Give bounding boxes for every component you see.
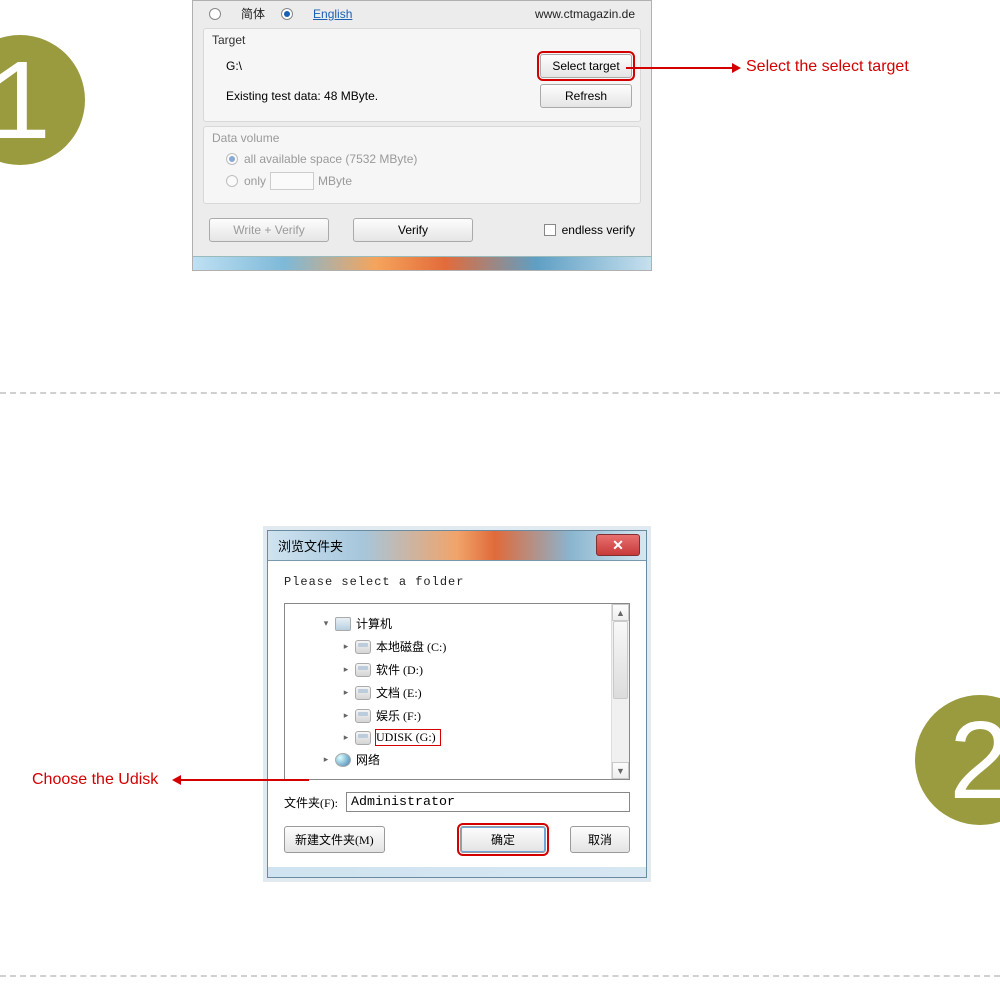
scroll-up-icon[interactable]: ▲ [612,604,629,621]
scroll-down-icon[interactable]: ▼ [612,762,629,779]
refresh-button[interactable]: Refresh [540,84,632,108]
data-volume-group-label: Data volume [212,131,632,145]
scroll-thumb[interactable] [613,621,628,699]
verify-button[interactable]: Verify [353,218,473,242]
tree-label-udisk-g: UDISK (G:) [376,730,440,745]
mbyte-suffix: MByte [318,174,352,188]
computer-icon [335,617,351,631]
tree-node-network[interactable]: 网络 [301,748,619,771]
target-path: G:\ [226,59,242,73]
chevron-right-icon[interactable] [341,665,351,675]
tree-node-udisk-g[interactable]: UDISK (G:) [301,727,619,748]
tree-label-computer: 计算机 [356,615,392,632]
scroll-track[interactable] [612,621,629,762]
write-verify-button[interactable]: Write + Verify [209,218,329,242]
tree-label-ent-f: 娱乐 (F:) [376,707,421,724]
dialog-title: 浏览文件夹 [278,536,343,555]
cancel-button[interactable]: 取消 [570,826,630,853]
select-target-button[interactable]: Select target [540,54,632,78]
website-link[interactable]: www.ctmagazin.de [535,7,635,21]
only-mbyte-input [270,172,314,190]
radio-only-label: only [244,174,266,188]
annotation-2-arrow [181,779,309,781]
folder-field[interactable] [346,792,630,812]
tree-node-local-c[interactable]: 本地磁盘 (C:) [301,635,619,658]
endless-verify-checkbox[interactable] [544,224,556,236]
tree-label-soft-d: 软件 (D:) [376,661,423,678]
step-1-badge: 1 [0,35,85,165]
close-button[interactable]: ✕ [596,534,640,556]
radio-english[interactable] [281,8,293,20]
chevron-right-icon[interactable] [341,688,351,698]
drive-icon [355,686,371,700]
dialog-frame-bottom [268,867,646,877]
folder-tree: 计算机 本地磁盘 (C:) 软件 (D:) 文档 (E:) [284,603,630,780]
radio-simplified-label: 简体 [241,5,265,22]
annotation-2-arrowhead-icon [172,775,181,785]
drive-icon [355,640,371,654]
tree-scrollbar[interactable]: ▲ ▼ [611,604,629,779]
chevron-right-icon[interactable] [341,642,351,652]
window-frame-bottom [193,256,651,270]
h2testw-window: 简体 English www.ctmagazin.de Target G:\ S… [192,0,652,271]
radio-simplified[interactable] [209,8,221,20]
existing-test-data: Existing test data: 48 MByte. [226,89,378,103]
data-volume-panel: Data volume all available space (7532 MB… [203,126,641,204]
dialog-titlebar: 浏览文件夹 ✕ [268,531,646,561]
ok-button[interactable]: 确定 [460,826,546,853]
new-folder-button[interactable]: 新建文件夹(M) [284,826,385,853]
annotation-1-arrow [626,67,732,69]
tree-node-computer[interactable]: 计算机 [301,612,619,635]
network-icon [335,753,351,767]
annotation-1-text: Select the select target [746,58,909,76]
radio-english-label: English [313,7,352,21]
separator-1 [0,392,1000,394]
annotation-1-arrowhead-icon [732,63,741,73]
tree-label-network: 网络 [356,751,380,768]
separator-2 [0,975,1000,977]
radio-all-space [226,153,238,165]
tree-node-ent-f[interactable]: 娱乐 (F:) [301,704,619,727]
chevron-down-icon[interactable] [321,619,331,629]
step-2-badge: 2 [915,695,1000,825]
drive-icon [355,709,371,723]
chevron-right-icon[interactable] [341,711,351,721]
close-icon: ✕ [612,537,624,554]
tree-label-doc-e: 文档 (E:) [376,684,422,701]
endless-verify-label: endless verify [562,223,635,237]
dialog-instruction: Please select a folder [284,575,630,589]
radio-only [226,175,238,187]
target-panel: Target G:\ Select target Existing test d… [203,28,641,122]
browse-folder-dialog: 浏览文件夹 ✕ Please select a folder 计算机 本地磁盘 … [267,530,647,878]
drive-icon [355,663,371,677]
tree-label-local-c: 本地磁盘 (C:) [376,638,446,655]
folder-field-label: 文件夹(F): [284,794,338,811]
drive-icon [355,731,371,745]
tree-node-soft-d[interactable]: 软件 (D:) [301,658,619,681]
tree-node-doc-e[interactable]: 文档 (E:) [301,681,619,704]
chevron-right-icon[interactable] [321,755,331,765]
target-group-label: Target [212,33,632,47]
radio-all-space-label: all available space (7532 MByte) [244,152,417,166]
chevron-right-icon[interactable] [341,733,351,743]
annotation-2-text: Choose the Udisk [32,771,158,789]
